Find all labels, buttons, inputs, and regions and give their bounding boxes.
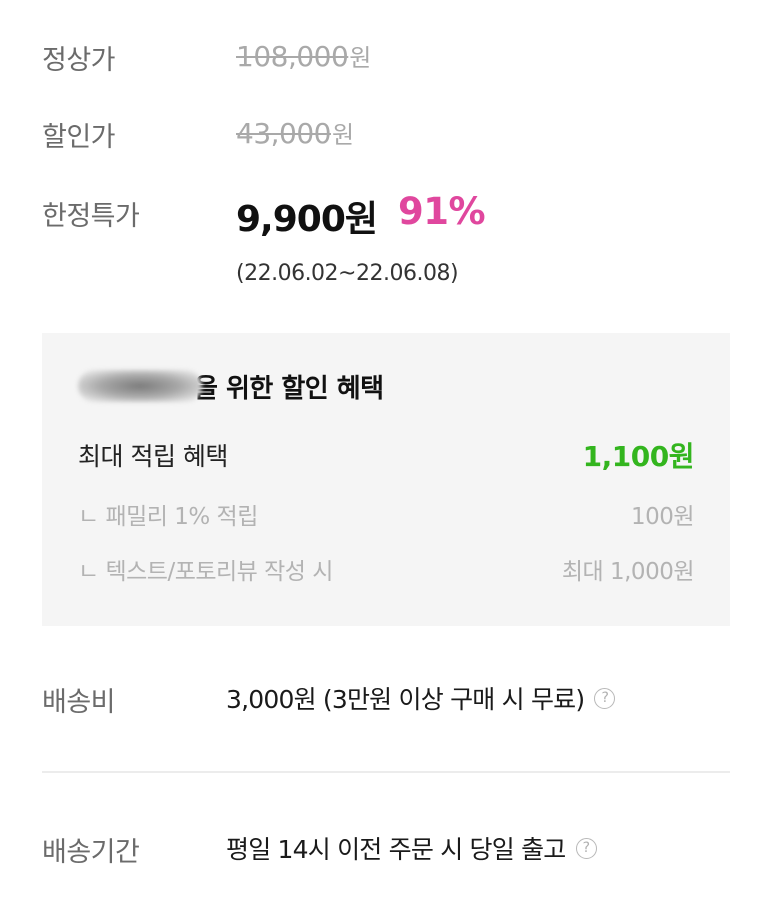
discount-price-label: 할인가: [42, 122, 116, 153]
discount-benefit-box: 을 위한 할인 혜택 최대 적립 혜택 1,100원 ㄴ 패밀리 1% 적립 1…: [42, 333, 730, 626]
shipping-period: 평일 14시 이전 주문 시 당일 출고 ?: [226, 830, 597, 866]
discount-price: 43,000원: [236, 115, 354, 150]
max-points-label: 최대 적립 혜택: [78, 442, 228, 471]
max-points-row: 최대 적립 혜택 1,100원: [78, 435, 695, 475]
shipping-period-value: 평일 14시 이전 주문 시 당일 출고: [226, 835, 566, 864]
regular-price: 108,000원: [236, 38, 371, 73]
family-points-row: ㄴ 패밀리 1% 적립 100원: [78, 497, 695, 531]
special-price-period: (22.06.02~22.06.08): [236, 261, 459, 286]
review-points-value: 최대 1,000원: [561, 559, 695, 585]
family-points-value: 100원: [630, 504, 695, 530]
regular-price-unit: 원: [349, 44, 371, 72]
special-price-label: 한정특가: [42, 201, 140, 232]
benefit-title-text: 을 위한 할인 혜택: [194, 373, 384, 404]
help-icon[interactable]: ?: [594, 687, 616, 709]
review-points-row: ㄴ 텍스트/포토리뷰 작성 시 최대 1,000원: [78, 552, 695, 586]
blurred-username: [78, 370, 202, 402]
regular-price-amount: 108,000: [236, 40, 349, 73]
product-price-panel: 정상가 108,000원 할인가 43,000원 한정특가 9,900원 91%…: [0, 0, 773, 909]
shipping-period-label: 배송기간: [42, 837, 140, 868]
special-price: 9,900원: [236, 199, 378, 240]
divider: [42, 771, 730, 773]
regular-price-label: 정상가: [42, 45, 116, 76]
discount-price-unit: 원: [331, 121, 354, 149]
benefit-title: 을 위한 할인 혜택: [78, 369, 384, 404]
shipping-fee-value: 3,000원 (3만원 이상 구매 시 무료): [226, 685, 585, 714]
max-points-value: 1,100원: [582, 440, 695, 473]
shipping-fee-label: 배송비: [42, 687, 116, 718]
family-points-label: ㄴ 패밀리 1% 적립: [78, 504, 258, 530]
discount-rate: 91%: [398, 190, 486, 233]
help-icon[interactable]: ?: [575, 837, 597, 859]
discount-price-amount: 43,000: [236, 117, 331, 150]
shipping-fee: 3,000원 (3만원 이상 구매 시 무료) ?: [226, 680, 616, 716]
review-points-label: ㄴ 텍스트/포토리뷰 작성 시: [78, 559, 333, 585]
